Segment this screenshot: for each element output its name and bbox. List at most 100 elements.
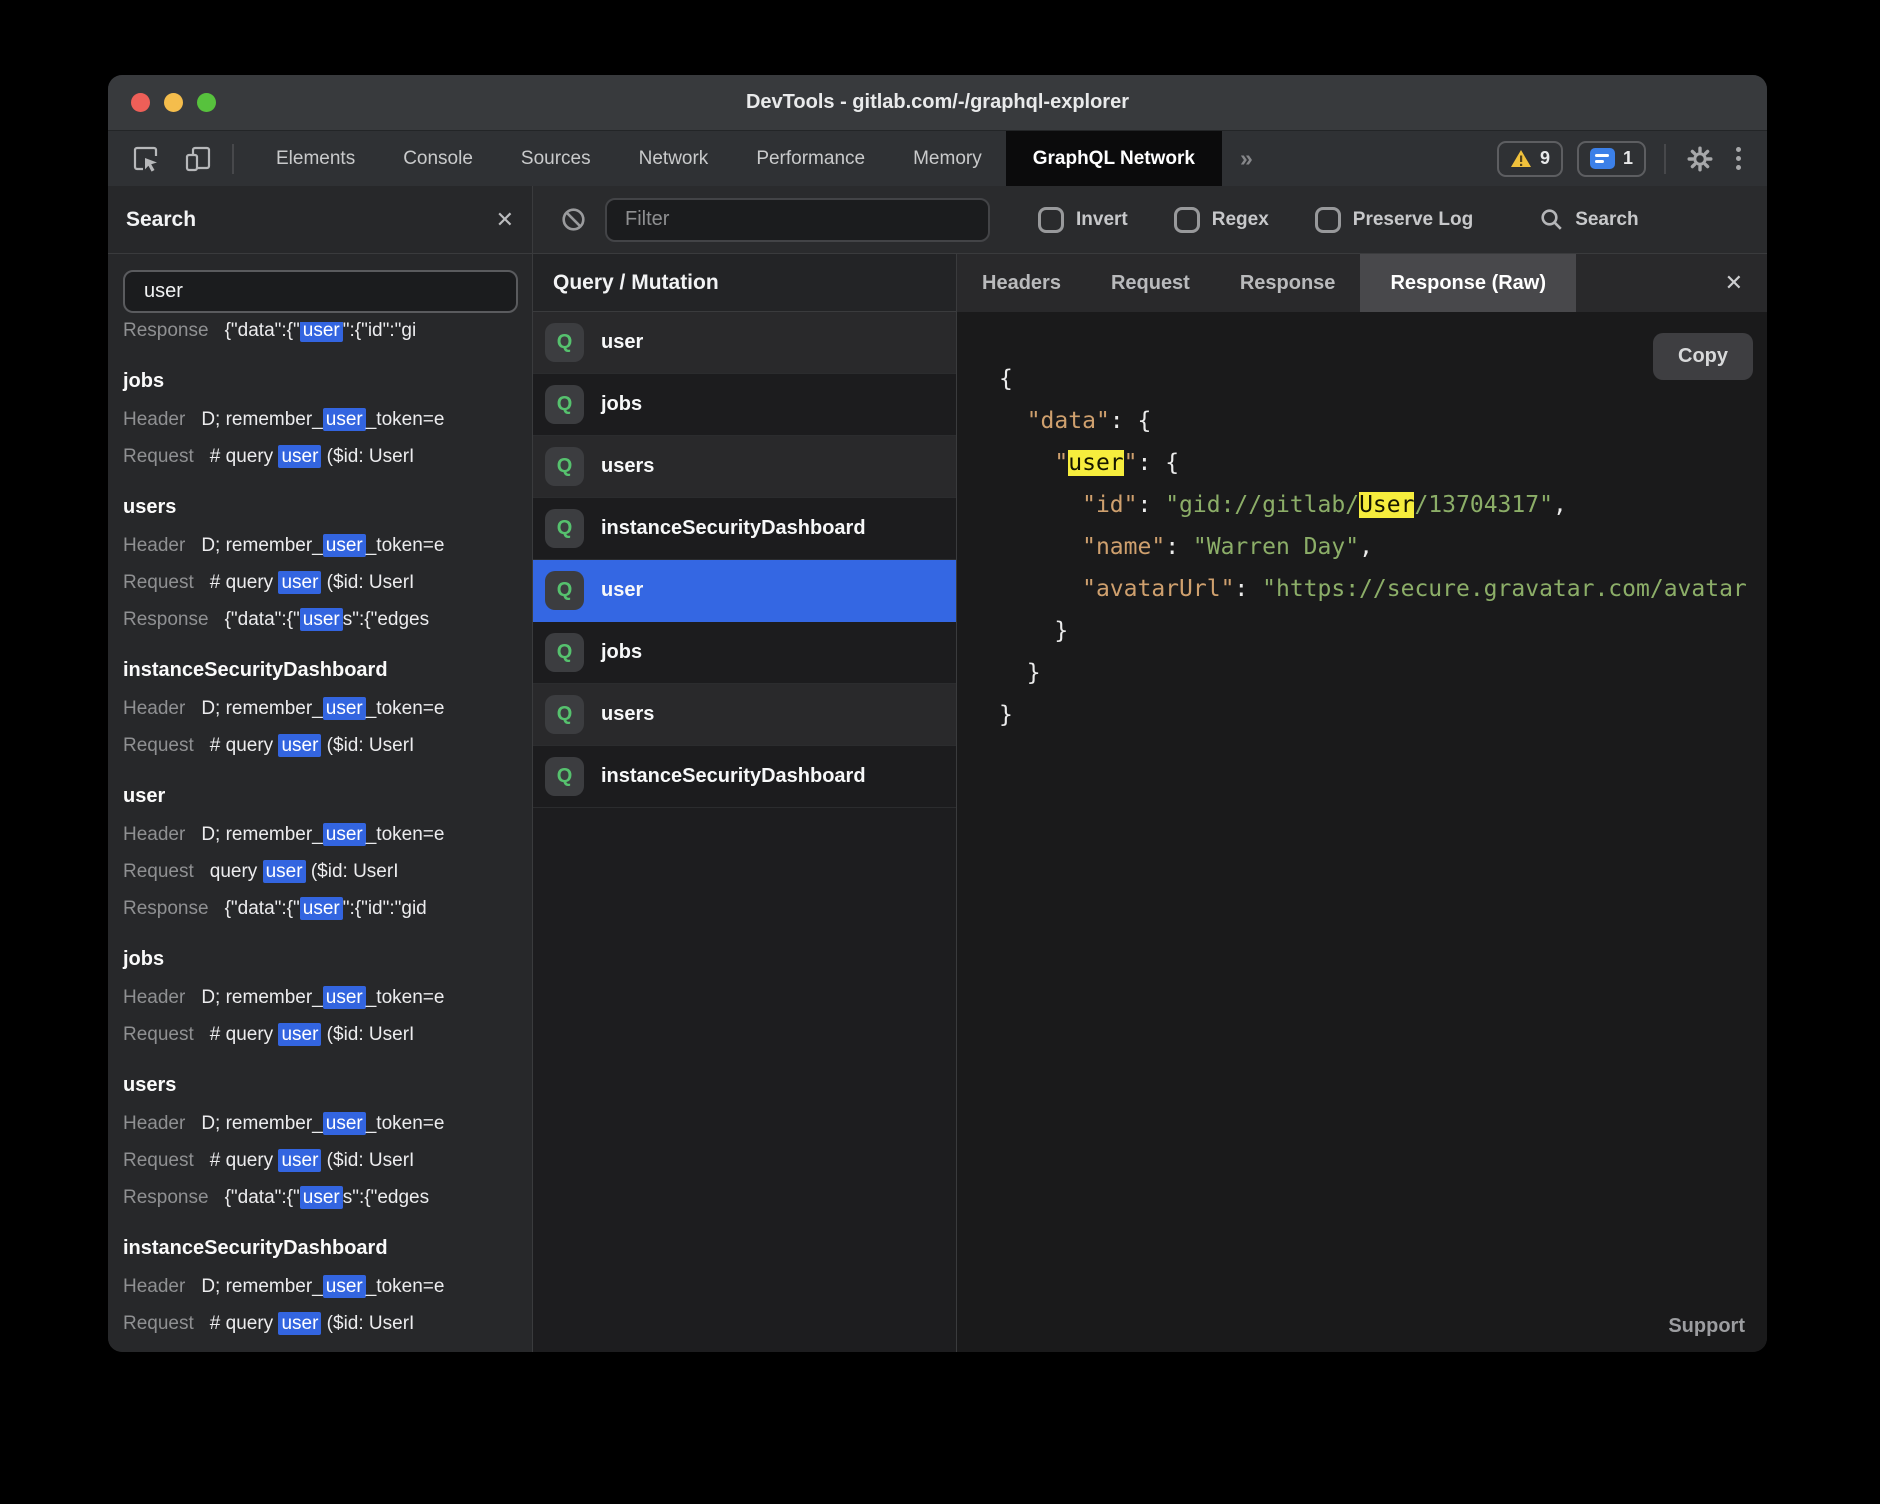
result-section-title[interactable]: jobs xyxy=(108,939,532,979)
invert-checkbox[interactable] xyxy=(1038,207,1064,233)
match-highlight: user xyxy=(300,608,343,631)
search-result-line[interactable]: HeaderD; remember_user_token=e xyxy=(108,816,532,853)
tab-response-raw[interactable]: Response (Raw) xyxy=(1360,254,1576,312)
preserve-log-checkbox[interactable] xyxy=(1315,207,1341,233)
search-result-line[interactable]: Request# query user ($id: UserI xyxy=(108,438,532,475)
search-result-line[interactable]: HeaderD; remember_user_token=e xyxy=(108,979,532,1016)
network-panels: Query / Mutation Q user Q jobs Q users xyxy=(533,254,1767,1352)
match-highlight: user xyxy=(323,534,366,557)
match-highlight: user xyxy=(263,860,306,883)
inspect-element-icon[interactable] xyxy=(130,143,162,175)
search-icon xyxy=(1539,207,1564,232)
search-result-line[interactable]: Request# query user ($id: UserI xyxy=(108,727,532,764)
query-type-badge: Q xyxy=(545,633,584,672)
search-result-line[interactable]: Request# query user ($id: UserI xyxy=(108,1305,532,1342)
tab-headers[interactable]: Headers xyxy=(957,254,1086,312)
clear-block-icon[interactable] xyxy=(557,204,589,236)
search-result-line[interactable]: HeaderD; remember_user_token=e xyxy=(108,690,532,727)
search-result-line[interactable]: HeaderD; remember_user_token=e xyxy=(108,527,532,564)
query-row-instance-security-dashboard[interactable]: Q instanceSecurityDashboard xyxy=(533,498,956,560)
query-row-jobs[interactable]: Q jobs xyxy=(533,622,956,684)
tab-network[interactable]: Network xyxy=(615,131,733,186)
search-result-line[interactable]: Response{"data":{"user":{"id":"gid xyxy=(108,890,532,927)
search-result-line[interactable]: Requestquery user ($id: UserI xyxy=(108,853,532,890)
device-toolbar-icon[interactable] xyxy=(182,143,214,175)
tab-bar-divider xyxy=(232,144,234,174)
query-row-user[interactable]: Q user xyxy=(533,312,956,374)
result-section-title[interactable]: instanceSecurityDashboard xyxy=(108,650,532,690)
search-result-line[interactable]: Response{"data":{"users":{"edges xyxy=(108,1179,532,1216)
warning-count: 9 xyxy=(1540,148,1550,169)
match-highlight-yellow: User xyxy=(1359,492,1414,518)
search-result-line[interactable]: HeaderD; remember_user_token=e xyxy=(108,1105,532,1142)
detail-panel: Headers Request Response Response (Raw) … xyxy=(957,254,1767,1352)
search-result-line[interactable]: Request# query user ($id: UserI xyxy=(108,1016,532,1053)
query-type-badge: Q xyxy=(545,323,584,362)
match-highlight: user xyxy=(278,1023,321,1046)
result-section-title[interactable]: user xyxy=(108,776,532,816)
issues-badge[interactable]: 1 xyxy=(1577,141,1646,177)
tab-bar-icons xyxy=(108,131,214,186)
copy-button[interactable]: Copy xyxy=(1653,333,1753,380)
close-window-button[interactable] xyxy=(131,93,150,112)
search-result-line[interactable]: HeaderD; remember_user_token=e xyxy=(108,1268,532,1305)
detail-close-icon[interactable]: ✕ xyxy=(1725,254,1767,312)
warning-triangle-icon xyxy=(1510,149,1532,168)
search-result-line[interactable]: Response{"data":{"user":{"id":"gi xyxy=(108,322,532,349)
result-section-title[interactable]: users xyxy=(108,487,532,527)
search-result-line[interactable]: Response{"data":{"users":{"edges xyxy=(108,601,532,638)
kebab-menu-icon[interactable] xyxy=(1730,147,1747,170)
tab-graphql-network[interactable]: GraphQL Network xyxy=(1006,131,1222,186)
warnings-badge[interactable]: 9 xyxy=(1497,141,1563,177)
match-highlight: user xyxy=(300,897,343,920)
tab-console[interactable]: Console xyxy=(379,131,497,186)
query-type-badge: Q xyxy=(545,447,584,486)
preserve-log-checkbox-group: Preserve Log xyxy=(1315,207,1473,233)
filter-input[interactable]: Filter xyxy=(605,198,990,242)
tab-sources[interactable]: Sources xyxy=(497,131,615,186)
query-row-users[interactable]: Q users xyxy=(533,436,956,498)
search-close-icon[interactable]: ✕ xyxy=(496,207,514,233)
preserve-log-label: Preserve Log xyxy=(1353,209,1473,231)
settings-gear-icon[interactable] xyxy=(1684,143,1716,175)
search-result-line[interactable]: HeaderD; remember_user_token=e xyxy=(108,401,532,438)
more-tabs-chevron-icon[interactable]: » xyxy=(1222,131,1271,186)
search-panel-header: Search ✕ xyxy=(108,186,532,254)
query-row-instance-security-dashboard[interactable]: Q instanceSecurityDashboard xyxy=(533,746,956,808)
tab-performance[interactable]: Performance xyxy=(732,131,889,186)
search-result-line[interactable]: Request# query user ($id: UserI xyxy=(108,564,532,601)
match-highlight: user xyxy=(278,1312,321,1335)
query-row-users[interactable]: Q users xyxy=(533,684,956,746)
json-line: "user": { xyxy=(999,442,1767,484)
query-type-badge: Q xyxy=(545,695,584,734)
tab-memory[interactable]: Memory xyxy=(889,131,1006,186)
query-row-user-selected[interactable]: Q user xyxy=(533,560,956,622)
devtools-window: DevTools - gitlab.com/-/graphql-explorer xyxy=(108,75,1767,1352)
desktop-background: DevTools - gitlab.com/-/graphql-explorer xyxy=(0,0,1880,1504)
zoom-window-button[interactable] xyxy=(197,93,216,112)
result-section-title[interactable]: users xyxy=(108,1065,532,1105)
regex-checkbox[interactable] xyxy=(1174,207,1200,233)
query-row-jobs[interactable]: Q jobs xyxy=(533,374,956,436)
support-link[interactable]: Support xyxy=(1668,1315,1745,1338)
tab-request[interactable]: Request xyxy=(1086,254,1215,312)
tab-response[interactable]: Response xyxy=(1215,254,1361,312)
result-section-title[interactable]: instanceSecurityDashboard xyxy=(108,1228,532,1268)
search-panel: Search ✕ user Response{"data":{"user":{"… xyxy=(108,186,533,1352)
tab-bar-right-cluster: 9 1 xyxy=(1497,131,1767,186)
query-list-panel: Query / Mutation Q user Q jobs Q users xyxy=(533,254,957,1352)
regex-checkbox-group: Regex xyxy=(1174,207,1269,233)
traffic-lights xyxy=(131,75,216,130)
match-highlight: user xyxy=(323,408,366,431)
search-input[interactable]: user xyxy=(123,270,518,313)
minimize-window-button[interactable] xyxy=(164,93,183,112)
tab-elements[interactable]: Elements xyxy=(252,131,379,186)
json-line: "name": "Warren Day", xyxy=(999,526,1767,568)
toolbar-search[interactable]: Search xyxy=(1539,207,1638,232)
match-highlight: user xyxy=(323,697,366,720)
invert-checkbox-group: Invert xyxy=(1038,207,1128,233)
match-highlight: user xyxy=(278,1149,321,1172)
search-result-line[interactable]: Request# query user ($id: UserI xyxy=(108,1142,532,1179)
result-section-title[interactable]: jobs xyxy=(108,361,532,401)
detail-tab-bar: Headers Request Response Response (Raw) … xyxy=(957,254,1767,312)
